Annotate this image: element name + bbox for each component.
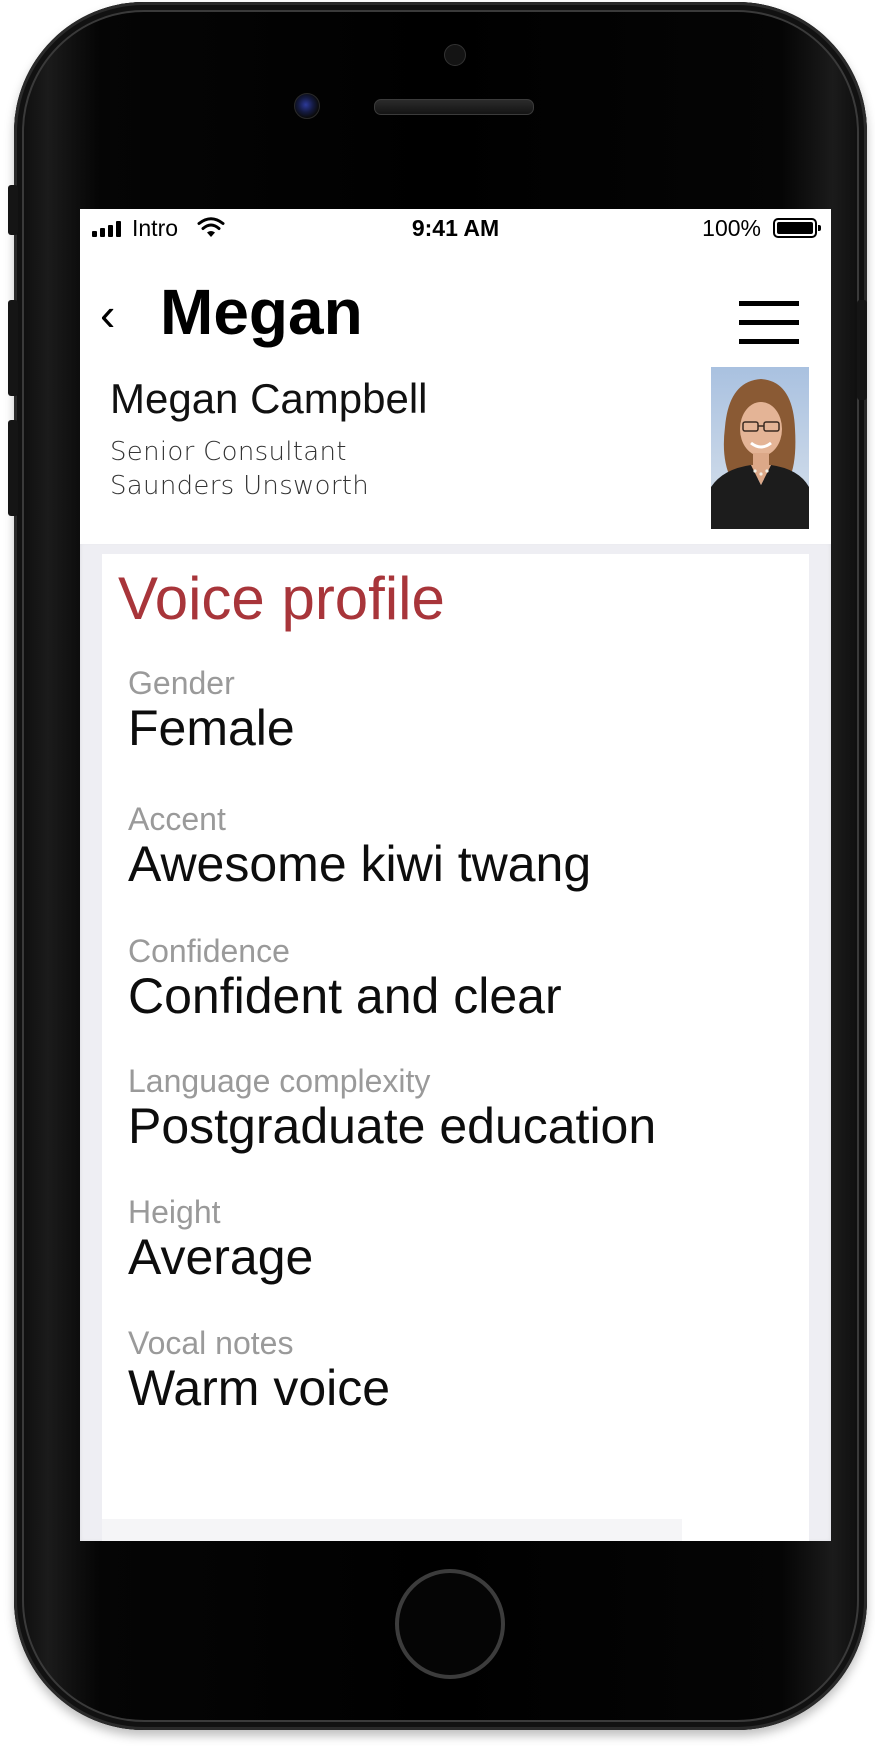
battery-icon [773,218,821,238]
status-bar: Intro 9:41 AM 100% [80,209,831,249]
field-language-complexity: Language complexity Postgraduate educati… [128,1064,656,1154]
field-gender: Gender Female [128,666,295,756]
field-value: Warm voice [128,1360,391,1416]
field-vocal-notes: Vocal notes Warm voice [128,1326,390,1416]
face-sensor [294,93,320,119]
power-button [857,300,867,400]
field-value: Postgraduate education [128,1098,657,1154]
contact-name: Megan Campbell [110,375,428,422]
contact-role: Senior Consultant [110,437,347,467]
field-confidence: Confidence Confident and clear [128,934,562,1024]
hamburger-menu-icon[interactable] [739,301,799,345]
volume-up-button [8,300,18,396]
back-icon[interactable]: ‹ [100,287,115,341]
field-label: Vocal notes [128,1325,294,1361]
mute-switch [8,185,18,235]
contact-company: Saunders Unsworth [110,471,370,501]
field-label: Confidence [128,933,290,969]
field-label: Height [128,1194,221,1230]
navigation-bar: ‹ Megan [80,249,831,359]
field-label: Gender [128,665,235,701]
field-accent: Accent Awesome kiwi twang [128,802,591,892]
field-value: Awesome kiwi twang [128,836,592,892]
field-label: Language complexity [128,1063,431,1099]
field-value: Confident and clear [128,968,562,1024]
screen: Intro 9:41 AM 100% ‹ Megan Megan Campbel… [80,209,831,1541]
battery-percent: 100% [702,215,761,241]
home-button[interactable] [395,1569,505,1679]
page-title: Megan [160,276,363,348]
field-value: Female [128,700,295,756]
voice-profile-title: Voice profile [118,565,445,632]
field-label: Accent [128,801,226,837]
field-height: Height Average [128,1195,313,1285]
earpiece-speaker [374,99,534,115]
volume-down-button [8,420,18,516]
card-footer-strip [102,1519,682,1541]
avatar [711,367,809,529]
contact-header: Megan Campbell Senior Consultant Saunder… [80,359,831,544]
field-value: Average [128,1229,314,1285]
phone-frame: Intro 9:41 AM 100% ‹ Megan Megan Campbel… [14,2,867,1730]
front-camera [444,44,466,66]
